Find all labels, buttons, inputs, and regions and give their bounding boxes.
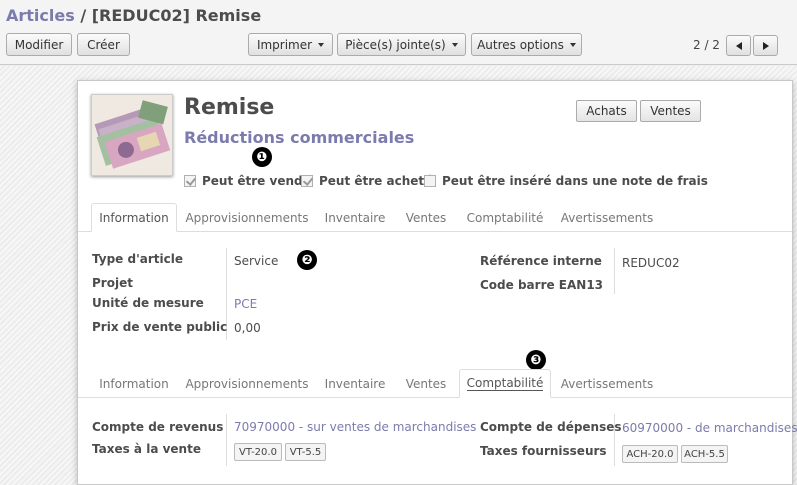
field-separator [614, 414, 615, 466]
tab-accounting[interactable]: Comptabilité [462, 203, 548, 232]
attachments-label: Pièce(s) jointe(s) [345, 37, 446, 52]
internal-ref-value: REDUC02 [622, 256, 680, 270]
tab-inventory[interactable]: Inventaire [322, 369, 388, 398]
option-can-be-sold[interactable]: Peut être vendu [184, 174, 311, 188]
internal-ref-label: Référence interne [480, 254, 602, 268]
tax-tag[interactable]: ACH-5.5 [681, 445, 728, 463]
arrow-right-icon [762, 41, 769, 50]
breadcrumb-separator: / [74, 6, 92, 25]
caret-down-icon [318, 42, 325, 47]
breadcrumb-current: [REDUC02] Remise [91, 6, 262, 25]
arrow-left-icon [735, 41, 742, 50]
next-button[interactable] [753, 35, 778, 56]
pager-value: 2 / 2 [693, 38, 720, 52]
callout-marker: ❸ [526, 350, 546, 370]
income-account-value[interactable]: 70970000 - sur ventes de marchandises [234, 420, 476, 434]
income-account-label: Compte de revenus [92, 420, 224, 434]
tab-sales[interactable]: Ventes [400, 203, 452, 232]
option-label: Peut être vendu [202, 174, 312, 188]
product-category[interactable]: Réductions commerciales [184, 128, 414, 147]
uom-label: Unité de mesure [92, 296, 204, 310]
print-label: Imprimer [256, 37, 313, 52]
tab-inventory[interactable]: Inventaire [322, 203, 388, 232]
tax-tag[interactable]: VT-20.0 [234, 443, 282, 461]
tab-accounting-label: Comptabilité [466, 376, 544, 391]
tab-procurement[interactable]: Approvisionnements [182, 369, 312, 398]
caret-down-icon [569, 42, 576, 47]
tax-tag[interactable]: VT-5.5 [285, 443, 326, 461]
sale-price-label: Prix de vente public [92, 320, 228, 334]
product-type-label: Type d'article [92, 252, 183, 266]
notebook-tabs-bottom: Information Approvisionnements Inventair… [78, 369, 792, 398]
previous-button[interactable] [726, 35, 751, 56]
tab-accounting[interactable]: Comptabilité [459, 369, 551, 398]
control-panel: Articles / [REDUC02] Remise Modifier Cré… [0, 0, 797, 65]
callout-marker: ❶ [252, 147, 272, 167]
breadcrumb: Articles / [REDUC02] Remise [6, 6, 261, 25]
tab-sales[interactable]: Ventes [400, 369, 452, 398]
sale-taxes-label: Taxes à la vente [92, 442, 201, 456]
project-label: Projet [92, 276, 133, 290]
product-type-value: Service [234, 254, 279, 268]
uom-value[interactable]: PCE [234, 297, 257, 311]
breadcrumb-articles-link[interactable]: Articles [6, 6, 75, 25]
edit-button[interactable]: Modifier [6, 33, 72, 56]
caret-down-icon [451, 42, 458, 47]
product-image[interactable] [91, 94, 173, 176]
expense-account-value[interactable]: 60970000 - de marchandises [622, 421, 797, 435]
sales-button[interactable]: Ventes [640, 100, 701, 122]
tax-tag[interactable]: ACH-20.0 [622, 445, 678, 463]
more-options-dropdown[interactable]: Autres options [471, 33, 582, 56]
tab-warnings[interactable]: Avertissements [558, 203, 656, 232]
ean13-label: Code barre EAN13 [480, 278, 604, 292]
product-name: Remise [184, 95, 275, 120]
tab-warnings[interactable]: Avertissements [558, 369, 656, 398]
tab-information[interactable]: Information [91, 203, 177, 232]
option-expense-note[interactable]: Peut être inséré dans une note de frais [424, 174, 708, 188]
option-label: Peut être acheté [319, 174, 433, 188]
tab-information[interactable]: Information [91, 369, 177, 398]
expense-account-label: Compte de dépenses [480, 420, 622, 434]
field-separator [226, 414, 227, 466]
sale-price-value: 0,00 [234, 321, 261, 335]
notebook-tabs-top: Information Approvisionnements Inventair… [78, 203, 792, 232]
more-options-label: Autres options [477, 37, 564, 52]
banknotes-icon [92, 95, 172, 175]
create-button[interactable]: Créer [77, 33, 130, 56]
supplier-taxes-label: Taxes fournisseurs [480, 444, 607, 458]
option-can-be-purchased[interactable]: Peut être acheté [301, 174, 432, 188]
callout-marker: ❷ [297, 250, 317, 270]
field-separator [614, 248, 615, 294]
checkbox-checked-icon[interactable] [184, 175, 196, 187]
attachments-dropdown[interactable]: Pièce(s) jointe(s) [337, 33, 466, 56]
checkbox-checked-icon[interactable] [301, 175, 313, 187]
checkbox-unchecked-icon[interactable] [424, 175, 436, 187]
purchases-button[interactable]: Achats [576, 100, 637, 122]
option-label: Peut être inséré dans une note de frais [442, 174, 708, 188]
tab-procurement[interactable]: Approvisionnements [182, 203, 312, 232]
print-dropdown[interactable]: Imprimer [248, 33, 333, 56]
